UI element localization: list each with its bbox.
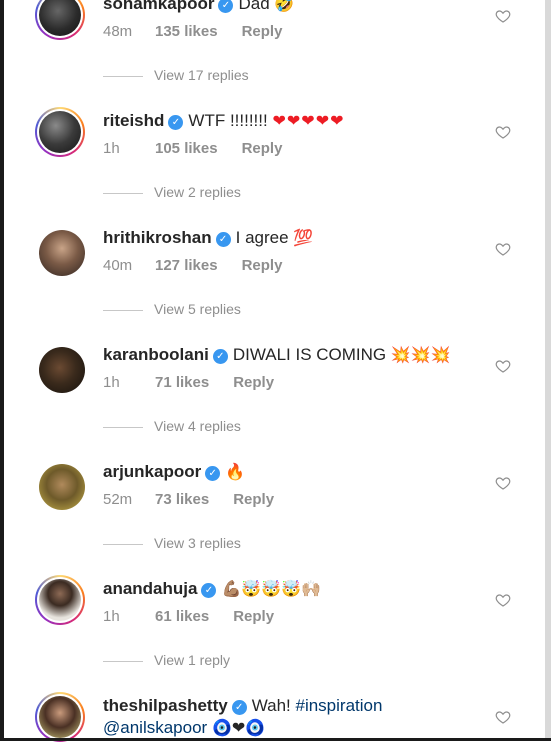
view-replies-button[interactable]: View 17 replies bbox=[103, 67, 249, 83]
comment-text: Dad bbox=[238, 0, 270, 13]
view-replies-button[interactable]: View 5 replies bbox=[103, 301, 241, 317]
username-link[interactable]: sonamkapoor bbox=[103, 0, 214, 13]
replies-divider bbox=[103, 75, 143, 77]
comment-emoji: 🔥 bbox=[225, 464, 246, 481]
comment-text: Wah! bbox=[251, 696, 291, 715]
reply-button[interactable]: Reply bbox=[242, 257, 283, 274]
comment-line: sonamkapoor ✓ Dad 🤣 bbox=[103, 0, 294, 14]
replies-divider bbox=[103, 660, 143, 662]
comment-emoji: ❤❤❤❤❤ bbox=[272, 113, 345, 130]
scrollbar-track[interactable] bbox=[545, 0, 551, 741]
comment-time: 48m bbox=[103, 23, 133, 40]
likes-count-link[interactable]: 105 likes bbox=[155, 140, 218, 157]
username-link[interactable]: karanboolani bbox=[103, 345, 209, 364]
verified-badge-icon: ✓ bbox=[201, 583, 217, 598]
username-link[interactable]: anandahuja bbox=[103, 579, 197, 598]
likes-count-link[interactable]: 73 likes bbox=[155, 491, 209, 508]
username-link[interactable]: arjunkapoor bbox=[103, 462, 201, 481]
like-heart-icon[interactable] bbox=[495, 8, 511, 24]
verified-badge-icon: ✓ bbox=[168, 115, 184, 130]
verified-badge-icon: ✓ bbox=[212, 349, 228, 364]
comment-meta: 1h 105 likes Reply bbox=[103, 140, 282, 157]
comment-time: 52m bbox=[103, 491, 133, 508]
avatar[interactable] bbox=[35, 107, 85, 157]
comment-meta: 48m 135 likes Reply bbox=[103, 23, 282, 40]
window-left-edge bbox=[0, 0, 4, 741]
reply-button[interactable]: Reply bbox=[233, 491, 274, 508]
reply-button[interactable]: Reply bbox=[233, 374, 274, 391]
like-heart-icon[interactable] bbox=[495, 709, 511, 725]
comment-text: WTF !!!!!!!! bbox=[188, 111, 268, 130]
comment-emoji: 💥💥💥 bbox=[390, 347, 451, 364]
comment-meta: 1h 61 likes Reply bbox=[103, 608, 274, 625]
comment-time: 40m bbox=[103, 257, 133, 274]
comment-line-2: @anilskapoor 🧿❤🧿 bbox=[103, 718, 265, 738]
replies-divider bbox=[103, 426, 143, 428]
reply-button[interactable]: Reply bbox=[242, 140, 283, 157]
replies-divider bbox=[103, 192, 143, 194]
likes-count-link[interactable]: 127 likes bbox=[155, 257, 218, 274]
comment-emoji: 💯 bbox=[293, 230, 314, 247]
like-heart-icon[interactable] bbox=[495, 475, 511, 491]
hashtag-link[interactable]: #inspiration bbox=[295, 696, 382, 715]
view-replies-button[interactable]: View 3 replies bbox=[103, 535, 241, 551]
comment-line: anandahuja ✓ 💪🏽🤯🤯🤯🙌🏼 bbox=[103, 579, 321, 599]
replies-divider bbox=[103, 309, 143, 311]
avatar[interactable] bbox=[35, 460, 85, 510]
reply-button[interactable]: Reply bbox=[233, 608, 274, 625]
comment-line: riteishd ✓ WTF !!!!!!!! ❤❤❤❤❤ bbox=[103, 111, 345, 131]
avatar[interactable] bbox=[35, 226, 85, 276]
comment-time: 1h bbox=[103, 374, 120, 391]
comment-line: karanboolani ✓ DIWALI IS COMING 💥💥💥 bbox=[103, 345, 451, 365]
verified-badge-icon: ✓ bbox=[215, 232, 231, 247]
mention-link[interactable]: @anilskapoor bbox=[103, 718, 207, 737]
comment-emoji: 🤣 bbox=[274, 0, 295, 13]
avatar[interactable] bbox=[35, 692, 85, 742]
avatar[interactable] bbox=[35, 0, 85, 40]
likes-count-link[interactable]: 61 likes bbox=[155, 608, 209, 625]
comment-meta: 1h 71 likes Reply bbox=[103, 374, 274, 391]
username-link[interactable]: hrithikroshan bbox=[103, 228, 212, 247]
comment-line: arjunkapoor ✓ 🔥 bbox=[103, 462, 245, 482]
view-replies-button[interactable]: View 2 replies bbox=[103, 184, 241, 200]
like-heart-icon[interactable] bbox=[495, 124, 511, 140]
replies-divider bbox=[103, 543, 143, 545]
likes-count-link[interactable]: 71 likes bbox=[155, 374, 209, 391]
comment-meta: 40m 127 likes Reply bbox=[103, 257, 282, 274]
comment-text: I agree bbox=[235, 228, 289, 247]
like-heart-icon[interactable] bbox=[495, 592, 511, 608]
comment-time: 1h bbox=[103, 140, 120, 157]
verified-badge-icon: ✓ bbox=[218, 0, 234, 13]
reply-button[interactable]: Reply bbox=[242, 23, 283, 40]
comment-emoji: 🧿❤🧿 bbox=[211, 720, 266, 737]
like-heart-icon[interactable] bbox=[495, 358, 511, 374]
username-link[interactable]: riteishd bbox=[103, 111, 164, 130]
comment-meta: 52m 73 likes Reply bbox=[103, 491, 274, 508]
view-replies-button[interactable]: View 4 replies bbox=[103, 418, 241, 434]
verified-badge-icon: ✓ bbox=[205, 466, 221, 481]
comment-emoji: 💪🏽🤯🤯🤯🙌🏼 bbox=[221, 581, 322, 598]
view-replies-button[interactable]: View 1 reply bbox=[103, 652, 230, 668]
comment-time: 1h bbox=[103, 608, 120, 625]
verified-badge-icon: ✓ bbox=[231, 700, 247, 715]
comment-line: hrithikroshan ✓ I agree 💯 bbox=[103, 228, 313, 248]
avatar[interactable] bbox=[35, 575, 85, 625]
likes-count-link[interactable]: 135 likes bbox=[155, 23, 218, 40]
like-heart-icon[interactable] bbox=[495, 241, 511, 257]
comment-text: DIWALI IS COMING bbox=[232, 345, 387, 364]
username-link[interactable]: theshilpashetty bbox=[103, 696, 228, 715]
avatar[interactable] bbox=[35, 343, 85, 393]
comment-line: theshilpashetty ✓ Wah! #inspiration bbox=[103, 696, 382, 716]
